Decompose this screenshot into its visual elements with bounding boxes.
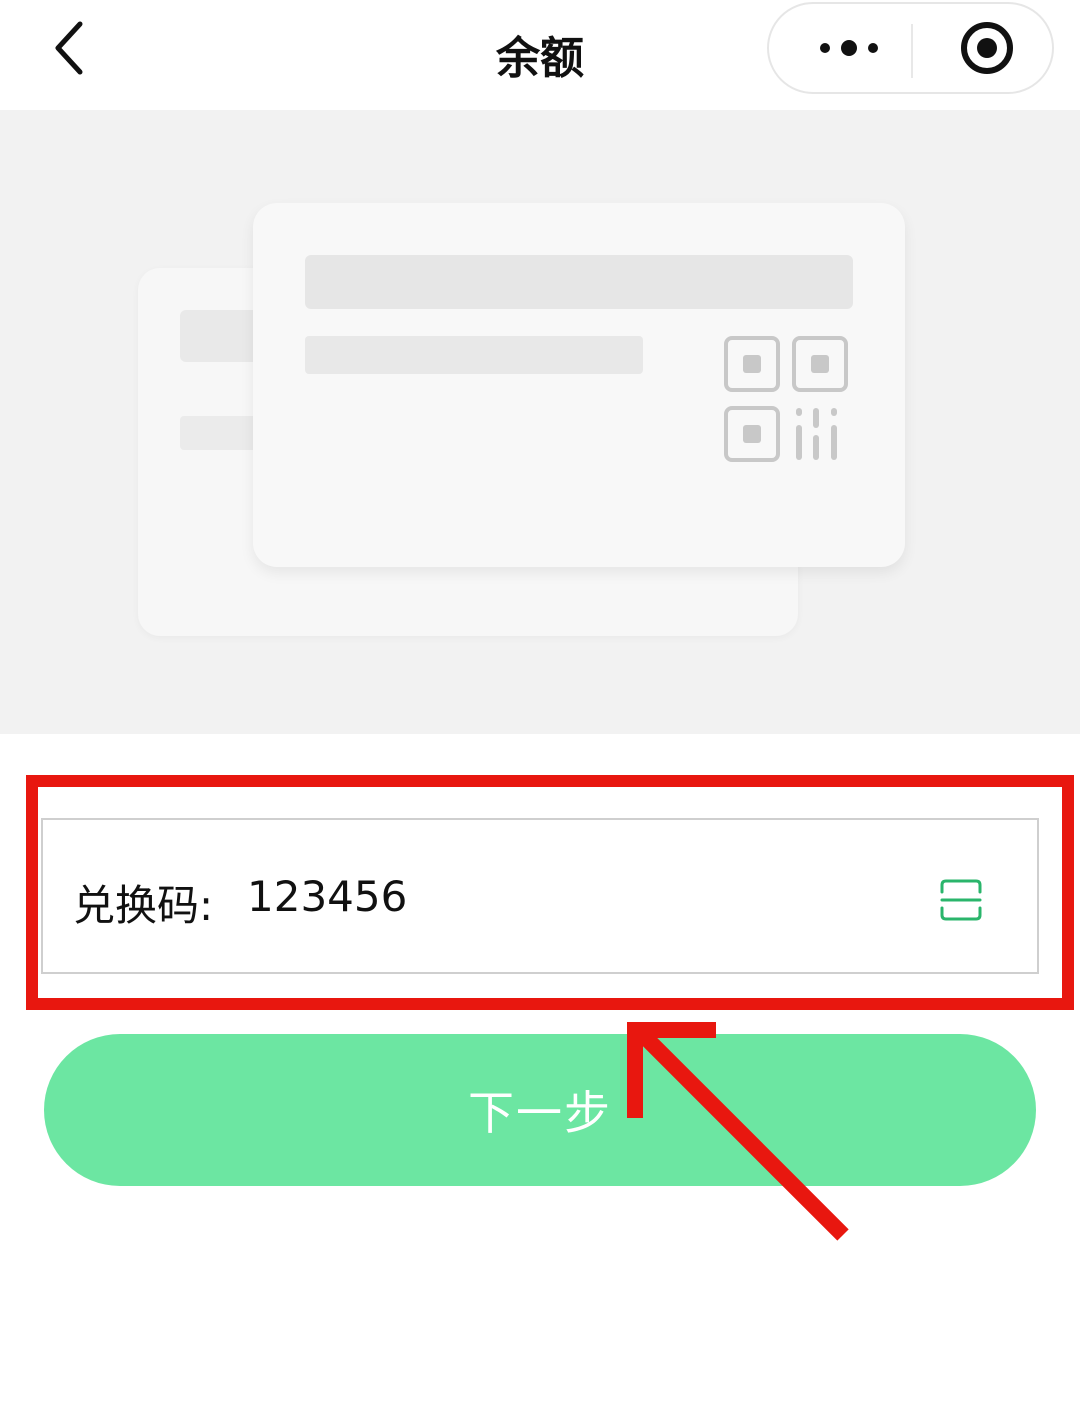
placeholder-bar: [305, 336, 643, 374]
close-button[interactable]: [929, 4, 1045, 92]
next-step-label: 下一步: [468, 1086, 612, 1140]
card-illustration-banner: [0, 110, 1080, 734]
more-dots-icon: [820, 40, 878, 56]
annotation-highlight-box: [26, 775, 1074, 1010]
more-button[interactable]: [789, 4, 909, 92]
card-illustration-front: [253, 203, 905, 567]
capsule-divider: [911, 24, 913, 78]
next-step-button[interactable]: 下一步: [44, 1034, 1036, 1186]
mini-program-capsule: [767, 2, 1054, 94]
qr-code-icon: [724, 336, 848, 462]
redeem-page: 余额 兑换码: 123456 下一步: [0, 0, 1080, 1424]
target-circle-icon: [961, 22, 1013, 74]
nav-header: 余额: [0, 0, 1080, 110]
placeholder-bar: [305, 255, 853, 309]
